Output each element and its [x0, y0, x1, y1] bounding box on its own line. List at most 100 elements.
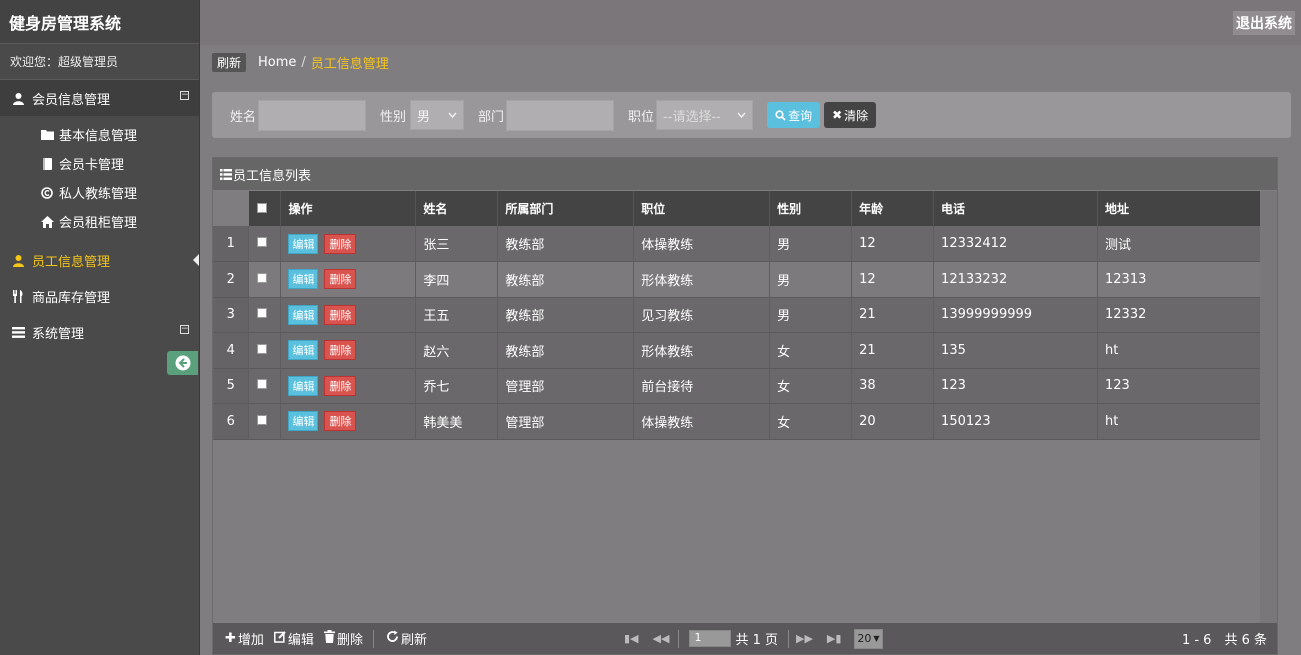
- position-label: 职位: [628, 109, 655, 125]
- refresh-tab-button[interactable]: 刷新: [212, 53, 247, 72]
- breadcrumb-home-link[interactable]: Home: [258, 55, 296, 70]
- cell-dept: 教练部: [497, 261, 635, 298]
- app-title: 健身房管理系统: [0, 0, 199, 44]
- row-delete-button[interactable]: 删除: [324, 375, 357, 396]
- row-delete-button[interactable]: 删除: [324, 304, 357, 325]
- collapse-toggle-icon[interactable]: −: [180, 325, 189, 334]
- column-header-phone[interactable]: 电话: [933, 191, 1098, 226]
- row-checkbox[interactable]: [257, 343, 268, 354]
- row-delete-button[interactable]: 删除: [324, 411, 357, 432]
- position-select[interactable]: --请选择--: [656, 100, 754, 130]
- vertical-scrollbar[interactable]: [1260, 191, 1277, 625]
- table-row[interactable]: 5 编辑 删除 乔七 管理部 前台接待女 38 123 123: [213, 368, 1261, 404]
- row-edit-button[interactable]: 编辑: [288, 269, 319, 290]
- cell-name: 韩美美: [415, 403, 499, 440]
- refresh-icon: [386, 630, 399, 647]
- collapse-toggle-icon[interactable]: −: [180, 91, 189, 100]
- column-header-gender[interactable]: 性别: [769, 191, 853, 226]
- page-size-select[interactable]: 20 ▼: [854, 628, 883, 649]
- sidebar-item-label: 会员租柜管理: [59, 216, 138, 231]
- refresh-button-label: 刷新: [400, 633, 427, 648]
- row-delete-button[interactable]: 删除: [324, 233, 357, 254]
- sidebar-collapse-button[interactable]: [167, 351, 198, 375]
- row-select-cell: [248, 368, 282, 404]
- search-icon: [775, 109, 786, 121]
- total-pages-text: 共 1 页: [735, 633, 778, 648]
- cell-address: ht: [1097, 332, 1261, 369]
- next-page-icon[interactable]: ▶▶: [796, 632, 813, 645]
- query-button[interactable]: 查询: [767, 102, 821, 128]
- record-summary: 1 - 6 共 6 条: [1181, 633, 1267, 648]
- column-header-name[interactable]: 姓名: [415, 191, 499, 226]
- row-select-cell: [248, 403, 282, 440]
- refresh-button[interactable]: 刷新: [386, 629, 427, 648]
- cell-gender: 男: [769, 226, 853, 262]
- row-actions: 编辑 删除: [280, 368, 417, 404]
- copyright-icon: [40, 186, 54, 199]
- prev-page-icon[interactable]: ◀◀: [653, 632, 670, 645]
- sidebar-item-personal-trainer[interactable]: 私人教练管理: [0, 178, 199, 207]
- row-checkbox[interactable]: [257, 272, 268, 283]
- column-header-address[interactable]: 地址: [1097, 191, 1261, 226]
- delete-button[interactable]: 删除: [323, 629, 363, 648]
- row-number: 2: [213, 261, 250, 298]
- column-header-dept[interactable]: 所属部门: [497, 191, 635, 226]
- cell-address: 123: [1097, 368, 1261, 404]
- edit-button[interactable]: 编辑: [273, 629, 314, 648]
- row-actions: 编辑 删除: [280, 261, 417, 298]
- row-checkbox[interactable]: [257, 379, 268, 390]
- cell-phone: 123: [933, 368, 1098, 404]
- table-row[interactable]: 3 编辑 删除 王五 教练部 见习教练男 21 13999999999 12332: [213, 297, 1261, 333]
- cell-phone: 12332412: [933, 226, 1098, 262]
- edit-icon: [273, 630, 286, 647]
- sidebar-group-system[interactable]: 系统管理 −: [0, 314, 199, 350]
- sidebar-group-member[interactable]: 会员信息管理 −: [0, 80, 199, 116]
- add-button[interactable]: ✚ 增加: [225, 629, 264, 648]
- row-edit-button[interactable]: 编辑: [288, 375, 319, 396]
- last-page-icon[interactable]: ▶▮: [827, 632, 842, 645]
- row-edit-button[interactable]: 编辑: [288, 340, 319, 361]
- plus-icon: ✚: [225, 631, 236, 646]
- sidebar-item-member-card[interactable]: 会员卡管理: [0, 149, 199, 178]
- row-edit-button[interactable]: 编辑: [288, 411, 319, 432]
- gender-select[interactable]: 男: [410, 100, 465, 130]
- sidebar-item-label: 会员卡管理: [59, 158, 125, 173]
- row-edit-button[interactable]: 编辑: [288, 233, 319, 254]
- table-row[interactable]: 2 编辑 删除 李四 教练部 形体教练男 12 12133232 12313: [213, 261, 1261, 298]
- cell-gender: 女: [769, 332, 853, 369]
- sidebar-item-locker[interactable]: 会员租柜管理: [0, 207, 199, 236]
- cell-address: 测试: [1097, 226, 1261, 262]
- column-header-age[interactable]: 年龄: [851, 191, 935, 226]
- page-number-input[interactable]: 1: [689, 630, 732, 647]
- row-delete-button[interactable]: 删除: [324, 340, 357, 361]
- table-row[interactable]: 1 编辑 删除 张三 教练部 体操教练男 12 12332412 测试: [213, 226, 1261, 262]
- sidebar-item-inventory[interactable]: 商品库存管理: [0, 278, 199, 314]
- clear-button[interactable]: ✖ 清除: [824, 102, 877, 128]
- staff-grid-panel: 员工信息列表 操作 姓名 所属部门 职位 性别 年龄 电话 地址 1 编辑 删除 张三…: [212, 157, 1278, 655]
- position-select-value: --请选择--: [663, 109, 721, 125]
- row-checkbox[interactable]: [257, 237, 268, 247]
- cell-position: 体操教练: [633, 403, 771, 440]
- name-input[interactable]: [258, 99, 367, 131]
- sidebar-item-label: 商品库存管理: [32, 290, 111, 306]
- table-header-row: 操作 姓名 所属部门 职位 性别 年龄 电话 地址: [213, 191, 1261, 226]
- column-header-position[interactable]: 职位: [633, 191, 771, 226]
- sidebar-item-label: 基本信息管理: [59, 129, 138, 144]
- select-all-checkbox[interactable]: [256, 202, 267, 213]
- table-row[interactable]: 4 编辑 删除 赵六 教练部 形体教练女 21 135 ht: [213, 332, 1261, 369]
- query-button-label: 查询: [788, 108, 813, 123]
- cell-address: ht: [1097, 403, 1261, 440]
- row-edit-button[interactable]: 编辑: [288, 304, 319, 325]
- first-page-icon[interactable]: ▮◀: [624, 632, 639, 645]
- row-delete-button[interactable]: 删除: [324, 269, 357, 290]
- row-checkbox[interactable]: [257, 308, 268, 319]
- row-select-cell: [248, 332, 282, 369]
- dept-input[interactable]: [506, 99, 615, 131]
- panel-title: 员工信息列表: [213, 158, 1277, 190]
- sidebar-item-basic-info[interactable]: 基本信息管理: [0, 120, 199, 149]
- table-row[interactable]: 6 编辑 删除 韩美美 管理部 体操教练女 20 150123 ht: [213, 403, 1261, 440]
- logout-button[interactable]: 退出系统: [1233, 11, 1295, 35]
- row-checkbox[interactable]: [257, 414, 268, 425]
- sidebar-item-staff[interactable]: 员工信息管理: [0, 242, 199, 278]
- cell-age: 20: [851, 403, 935, 440]
